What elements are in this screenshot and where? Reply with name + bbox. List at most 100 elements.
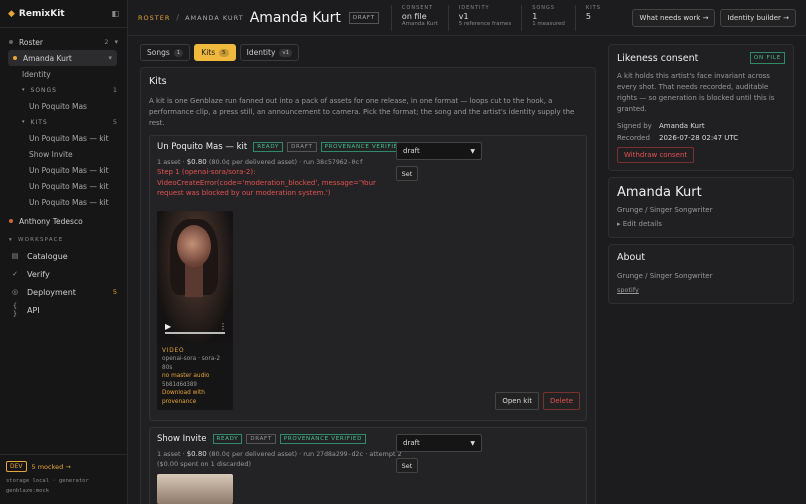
edit-details-toggle[interactable]: ▸ Edit details <box>617 220 785 228</box>
sidebar-item-kit[interactable]: Un Poquito Mas — kit <box>0 178 127 194</box>
roster-count: 2 <box>104 38 109 46</box>
kit-header: Show Invite READY DRAFT PROVENANCE VERIF… <box>157 434 579 444</box>
provenance-badge: PROVENANCE VERIFIED <box>279 434 367 444</box>
kit-card: Show Invite READY DRAFT PROVENANCE VERIF… <box>149 427 587 504</box>
on-file-badge: ON FILE <box>749 52 785 64</box>
meta-songs: SONGS 1 1 measured <box>521 4 575 31</box>
breadcrumb-separator: / <box>176 13 180 22</box>
status-badge: DRAFT <box>348 11 379 24</box>
song-label: Un Poquito Mas <box>29 101 87 111</box>
tab-songs[interactable]: Songs 1 <box>140 44 191 61</box>
sidebar-item-catalogue[interactable]: ▤ Catalogue <box>0 247 127 265</box>
kits-description: A kit is one Genblaze run fanned out int… <box>149 97 575 127</box>
draft-badge: DRAFT <box>287 142 317 152</box>
spotify-link[interactable]: spotify <box>617 286 785 294</box>
sidebar-item-kit[interactable]: Un Poquito Mas — kit <box>0 130 127 146</box>
tab-count: 5 <box>219 48 229 57</box>
api-label: API <box>27 305 40 315</box>
sidebar-item-artist-anthony[interactable]: Anthony Tedesco <box>0 213 127 229</box>
open-kit-button[interactable]: Open kit <box>495 392 539 410</box>
asset-count: 1 asset · <box>157 450 185 458</box>
main: ROSTER / AMANDA KURT Amanda Kurt DRAFT C… <box>128 0 806 504</box>
video-progress-bar[interactable] <box>165 331 225 334</box>
kit-label: Un Poquito Mas — kit <box>29 133 109 143</box>
meta-kits: KITS 5 <box>574 4 611 31</box>
video-frame-face <box>177 224 211 267</box>
storage-info: storage local · generator <box>6 478 89 484</box>
sidebar-item-api[interactable]: { } API <box>0 301 127 319</box>
kit-name: Un Poquito Mas — kit <box>157 142 248 152</box>
app-name: RemixKit <box>18 8 65 19</box>
more-icon[interactable]: ⋮ <box>219 322 227 331</box>
collapse-sidebar-icon[interactable]: ◧ <box>111 9 119 18</box>
artist-label: Amanda Kurt <box>23 53 72 63</box>
sidebar-item-verify[interactable]: ✓ Verify <box>0 265 127 283</box>
mocked-link[interactable]: 5 mocked → <box>32 463 71 471</box>
status-select[interactable]: draft ▼ <box>396 434 482 452</box>
sidebar-section-songs[interactable]: ▾ SONGS 1 <box>0 82 127 98</box>
identity-builder-button[interactable]: Identity builder → <box>720 8 796 27</box>
set-button[interactable]: Set <box>396 166 418 181</box>
status-select-value: draft <box>403 439 420 447</box>
sidebar-item-song[interactable]: Un Poquito Mas <box>0 98 127 114</box>
sidebar-item-roster[interactable]: Roster 2 ▾ <box>0 34 127 50</box>
asset-type: VIDEO <box>162 347 185 354</box>
recorded-row: Recorded 2026-07-28 02:47 UTC <box>617 134 785 142</box>
deployment-count: 5 <box>112 288 117 296</box>
genblaze-info: genblaze:mock <box>6 488 50 494</box>
status-select-value: draft <box>403 147 420 155</box>
roster-label: Roster <box>19 37 44 47</box>
brand: ◆ RemixKit ◧ <box>0 0 127 28</box>
asset-count: 1 asset · <box>157 158 185 166</box>
deployment-icon: ◎ <box>11 288 19 296</box>
about-genre: Grunge / Singer Songwriter <box>617 272 713 280</box>
tab-kits[interactable]: Kits 5 <box>194 44 236 61</box>
kit-status-controls: draft ▼ Set <box>396 434 482 473</box>
sidebar-item-kit[interactable]: Un Poquito Mas — kit <box>0 194 127 210</box>
kit-label: Un Poquito Mas — kit <box>29 165 109 175</box>
kit-label: Un Poquito Mas — kit <box>29 197 109 207</box>
workspace-label: WORKSPACE <box>17 237 64 243</box>
tab-label: Identity <box>246 48 276 57</box>
sidebar-item-artist-amanda[interactable]: Amanda Kurt ▾ <box>8 50 117 66</box>
kit-cost-line: 1 asset · $0.80 (80.0¢ per delivered ass… <box>157 158 579 166</box>
sidebar-item-kit[interactable]: Show Invite <box>0 146 127 162</box>
withdraw-consent-button[interactable]: Withdraw consent <box>617 147 695 163</box>
consent-text: A kit holds this artist's face invariant… <box>617 72 775 113</box>
left-column: Songs 1 Kits 5 Identity v1 Kits A kit is… <box>140 44 596 504</box>
sidebar-item-kit[interactable]: Un Poquito Mas — kit <box>0 162 127 178</box>
meta-consent: CONSENT on file Amanda Kurt <box>390 4 448 31</box>
kit-status-controls: draft ▼ Set <box>396 142 482 181</box>
status-select[interactable]: draft ▼ <box>396 142 482 160</box>
workspace-title[interactable]: ▾ WORKSPACE <box>0 233 127 247</box>
consent-title: Likeness consent <box>617 52 699 64</box>
delete-button[interactable]: Delete <box>543 392 580 410</box>
topbar-actions: What needs work → Identity builder → <box>632 8 796 27</box>
songs-count: 1 <box>112 86 118 94</box>
catalogue-icon: ▤ <box>11 252 19 260</box>
deployment-label: Deployment <box>27 287 76 297</box>
breadcrumb-roster[interactable]: ROSTER <box>138 14 170 22</box>
asset-thumbnail[interactable] <box>157 474 233 504</box>
sidebar-section-kits[interactable]: ▾ KITS 5 <box>0 114 127 130</box>
sidebar-item-deployment[interactable]: ◎ Deployment 5 <box>0 283 127 301</box>
meta-label: KITS <box>585 4 601 11</box>
video-player[interactable]: ▶ ⋮ <box>157 210 233 343</box>
set-button[interactable]: Set <box>396 458 418 473</box>
consent-panel: Likeness consent ON FILE A kit holds thi… <box>608 44 794 171</box>
meta-sub: 5 reference frames <box>458 20 512 27</box>
catalogue-label: Catalogue <box>27 251 68 261</box>
what-needs-work-button[interactable]: What needs work → <box>632 8 716 27</box>
meta-sub: Amanda Kurt <box>401 20 438 27</box>
play-icon[interactable]: ▶ <box>165 322 171 331</box>
meta-value: v1 <box>458 11 469 21</box>
tab-identity[interactable]: Identity v1 <box>239 44 300 61</box>
meta-identity: IDENTITY v1 5 reference frames <box>447 4 521 31</box>
download-link[interactable]: Download with provenance <box>162 389 228 406</box>
tabs: Songs 1 Kits 5 Identity v1 <box>140 44 596 61</box>
meta-sub: 1 measured <box>532 20 565 27</box>
asset-hash: 5b81d6d389 <box>162 381 197 388</box>
artist-dot-icon <box>9 219 13 223</box>
kit-label: Un Poquito Mas — kit <box>29 181 109 191</box>
sidebar-item-identity[interactable]: Identity <box>0 66 127 82</box>
